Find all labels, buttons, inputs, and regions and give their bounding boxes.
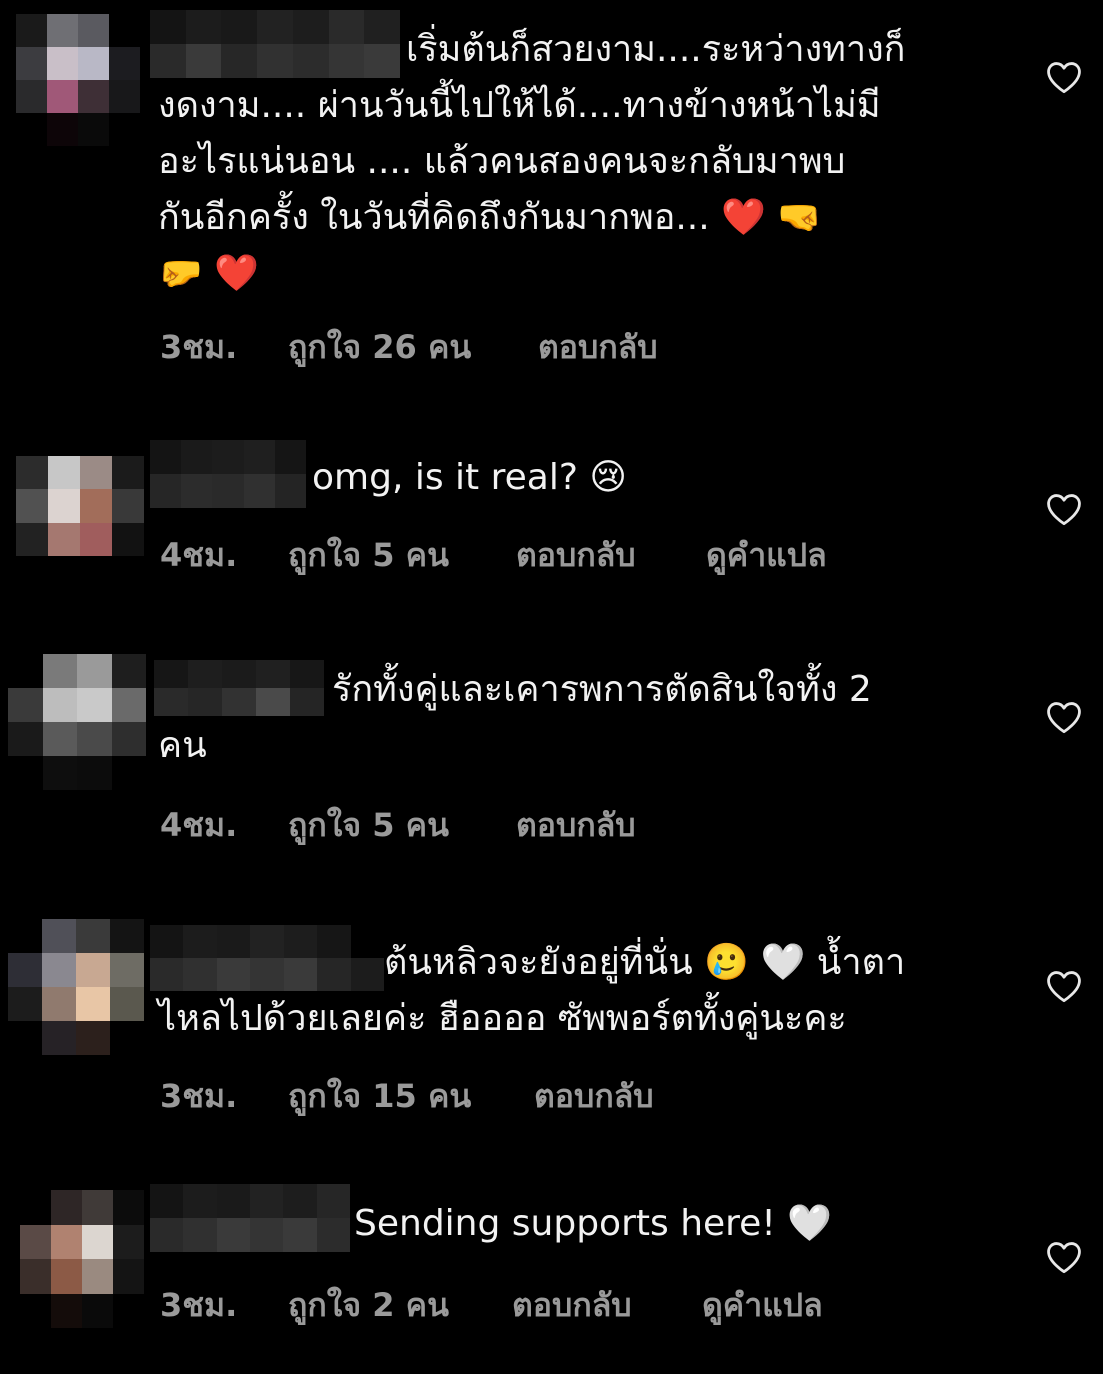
heart-outline-icon[interactable] [1045,492,1083,526]
translate-button[interactable]: ดูคำแปล [702,1280,823,1331]
username-link[interactable] [150,1184,350,1252]
likes-count[interactable]: ถูกใจ 26 คน [288,322,471,373]
reply-button[interactable]: ตอบกลับ [538,322,658,373]
comment-item: ต้นหลิวจะยังอยู่ที่นั่น 🥲 🤍 น้ำตา ไหลไปด… [0,905,1103,1155]
likes-count[interactable]: ถูกใจ 15 คน [288,1071,471,1122]
comment-item: เริ่มต้นก็สวยงาม....ระหว่างทางก็ งดงาม..… [0,0,1103,400]
comment-text: รักทั้งคู่และเคารพการตัดสินใจทั้ง 2 คน [158,669,872,766]
heart-outline-icon[interactable] [1045,1240,1083,1274]
likes-count[interactable]: ถูกใจ 5 คน [288,530,449,581]
heart-outline-icon[interactable] [1045,60,1083,94]
comment-item: รักทั้งคู่และเคารพการตัดสินใจทั้ง 2 คน 4… [0,640,1103,880]
reply-button[interactable]: ตอบกลับ [516,530,636,581]
timestamp: 3ชม. [160,1077,238,1115]
heart-outline-icon[interactable] [1045,969,1083,1003]
timestamp: 4ชม. [160,806,238,844]
comment-text: omg, is it real? 😢 [312,457,627,498]
avatar[interactable] [8,919,144,1055]
avatar[interactable] [16,456,144,556]
comment-text: เริ่มต้นก็สวยงาม....ระหว่างทางก็ งดงาม..… [158,29,906,294]
timestamp: 4ชม. [160,536,238,574]
avatar[interactable] [20,1190,144,1328]
username-link[interactable] [150,440,306,508]
comment-text: Sending supports here! 🤍 [354,1203,833,1244]
comment-item: omg, is it real? 😢 4ชม. ถูกใจ 5 คน ตอบกล… [0,430,1103,610]
timestamp: 3ชม. [160,1286,238,1324]
heart-outline-icon[interactable] [1045,700,1083,734]
translate-button[interactable]: ดูคำแปล [706,530,827,581]
timestamp: 3ชม. [160,328,238,366]
reply-button[interactable]: ตอบกลับ [534,1071,654,1122]
reply-button[interactable]: ตอบกลับ [512,1280,632,1331]
avatar[interactable] [8,654,146,790]
likes-count[interactable]: ถูกใจ 5 คน [288,800,449,851]
reply-button[interactable]: ตอบกลับ [516,800,636,851]
avatar[interactable] [16,14,140,146]
comment-item: Sending supports here! 🤍 3ชม. ถูกใจ 2 คน… [0,1180,1103,1374]
comment-text: ต้นหลิวจะยังอยู่ที่นั่น 🥲 🤍 น้ำตา ไหลไปด… [158,942,906,1039]
likes-count[interactable]: ถูกใจ 2 คน [288,1280,449,1331]
